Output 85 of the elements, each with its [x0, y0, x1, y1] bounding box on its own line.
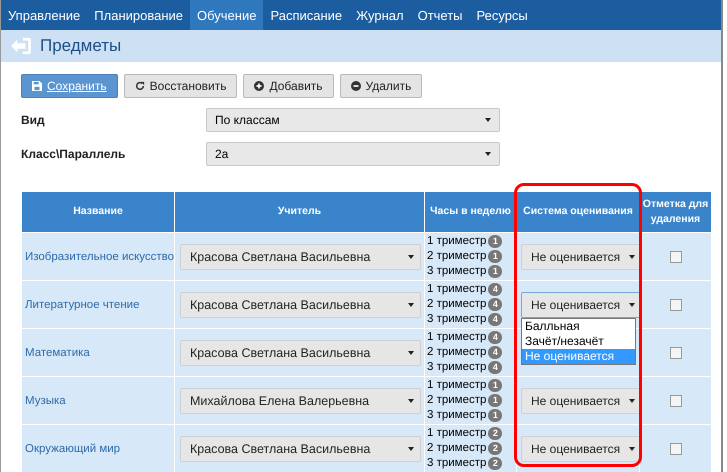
delete-checkbox[interactable] [670, 251, 682, 264]
dropdown-field[interactable]: По классам [206, 108, 500, 132]
hours-badge: 2 [488, 427, 502, 440]
caret-icon [408, 446, 414, 450]
term-label: 3 триместр [427, 408, 486, 423]
back-arrow-icon[interactable] [10, 37, 32, 55]
page-title: Предметы [40, 36, 122, 56]
caret-icon [408, 302, 414, 306]
teacher-dropdown[interactable]: Красова Светлана Васильевна [180, 292, 421, 318]
grading-dropdown[interactable]: Не оценивается [521, 292, 642, 318]
caret-icon [629, 398, 635, 402]
nav-tab[interactable]: Ресурсы [470, 0, 535, 30]
term-label: 2 триместр [427, 345, 486, 360]
delete-button[interactable]: Удалить [340, 74, 422, 98]
column-header: Название [22, 192, 174, 232]
dropdown-field[interactable]: 2а [206, 142, 500, 166]
subject-name[interactable]: Окружающий мир [22, 424, 174, 472]
term-label: 1 триместр [427, 330, 486, 345]
term-label: 1 триместр [427, 282, 486, 297]
hours-badge: 1 [488, 394, 502, 407]
dropdown-option[interactable]: Балльная [522, 319, 635, 334]
plus-circle-icon [254, 81, 264, 91]
hours-badge: 2 [488, 442, 502, 455]
hours-badge: 1 [488, 379, 502, 392]
term-label: 2 триместр [427, 441, 486, 456]
term-label: 3 триместр [427, 264, 486, 279]
term-label: 2 триместр [427, 249, 486, 264]
nav-tab[interactable]: Планирование [87, 0, 190, 30]
caret-icon [485, 152, 491, 156]
teacher-dropdown[interactable]: Красова Светлана Васильевна [180, 244, 421, 270]
hours-badge: 4 [488, 313, 502, 326]
teacher-dropdown[interactable]: Михайлова Елена Валерьевна [180, 388, 421, 414]
add-button[interactable]: Добавить [243, 74, 334, 98]
column-header: Отметка для удаления [640, 192, 712, 232]
teacher-dropdown[interactable]: Красова Светлана Васильевна [180, 340, 421, 366]
nav-tab[interactable]: Журнал [349, 0, 411, 30]
field-label: Класс\Параллель [21, 147, 126, 161]
caret-icon [408, 398, 414, 402]
subject-name[interactable]: Литературное чтение [22, 280, 174, 328]
minus-circle-icon [350, 81, 361, 91]
hours-badge: 4 [488, 331, 502, 344]
caret-icon [629, 254, 635, 258]
grading-dropdown[interactable]: Не оценивается [521, 244, 642, 270]
term-label: 1 триместр [427, 426, 486, 441]
term-label: 2 триместр [427, 393, 486, 408]
nav-tab[interactable]: Отчеты [410, 0, 470, 30]
term-label: 1 триместр [427, 234, 486, 249]
dropdown-option[interactable]: Зачёт/незачёт [522, 334, 635, 349]
restore-button[interactable]: Восстановить [124, 74, 238, 98]
hours-badge: 4 [488, 298, 502, 311]
delete-checkbox[interactable] [670, 443, 682, 456]
hours-badge: 1 [488, 235, 502, 248]
term-label: 3 триместр [427, 360, 486, 375]
nav-tab[interactable]: Расписание [263, 0, 350, 30]
subject-name[interactable]: Изобразительное искусство [22, 232, 174, 280]
term-label: 2 триместр [427, 297, 486, 312]
delete-checkbox[interactable] [670, 395, 682, 408]
hours-badge: 2 [488, 457, 502, 470]
hours-badge: 1 [488, 265, 502, 278]
grading-dropdown[interactable]: Не оценивается [521, 388, 642, 414]
caret-icon [629, 302, 635, 306]
hours-badge: 1 [488, 409, 502, 422]
hours-badge: 4 [488, 283, 502, 296]
caret-icon [485, 118, 491, 122]
refresh-icon [134, 81, 145, 91]
term-label: 3 триместр [427, 312, 486, 327]
teacher-dropdown[interactable]: Красова Светлана Васильевна [180, 436, 421, 462]
subject-name[interactable]: Музыка [22, 376, 174, 424]
caret-icon [408, 350, 414, 354]
subject-name[interactable]: Математика [22, 328, 174, 376]
term-label: 1 триместр [427, 378, 486, 393]
hours-badge: 4 [488, 346, 502, 359]
caret-icon [629, 446, 635, 450]
delete-checkbox[interactable] [670, 299, 682, 312]
hours-badge: 1 [488, 250, 502, 263]
grading-dropdown[interactable]: Не оценивается [521, 436, 642, 462]
hours-badge: 4 [488, 361, 502, 374]
column-header: Часы в неделю [424, 192, 516, 232]
term-label: 3 триместр [427, 456, 486, 471]
delete-checkbox[interactable] [670, 347, 682, 360]
column-header: Учитель [174, 192, 424, 232]
caret-icon [408, 254, 414, 258]
nav-tab[interactable]: Обучение [190, 0, 264, 30]
nav-tab[interactable]: Управление [1, 0, 88, 30]
field-label: Вид [21, 113, 46, 127]
